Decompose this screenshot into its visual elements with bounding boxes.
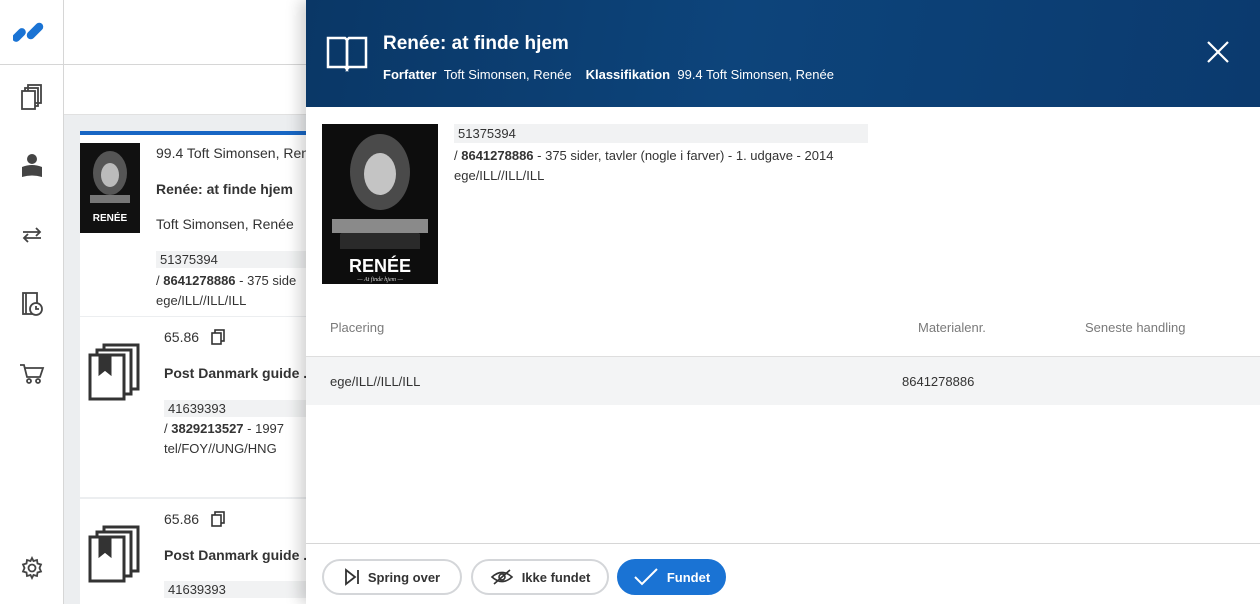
gear-icon[interactable]: [18, 554, 46, 582]
copies-icon[interactable]: [18, 83, 46, 111]
item-details: / 3829213527 - 1997: [164, 421, 285, 436]
drawer-title: Renée: at finde hjem: [383, 33, 569, 54]
barcode: 3829213527: [171, 421, 244, 436]
list-item[interactable]: RENÉE 99.4 Toft Simonsen, Ren Renée: at …: [80, 131, 320, 316]
transfer-arrows-icon[interactable]: [18, 221, 46, 249]
classification-text: 65.86: [164, 329, 225, 348]
author-label: Forfatter: [383, 67, 437, 82]
skip-icon: [344, 568, 359, 586]
item-details: / 8641278886 - 375 side: [156, 273, 297, 288]
cover-subtitle: — At finde hjem —: [356, 276, 403, 283]
cover-title-small: RENÉE: [93, 211, 128, 224]
record-location: ege/ILL//ILL/ILL: [454, 168, 545, 183]
item-title[interactable]: Renée: at finde hjem: [156, 181, 293, 197]
copy-icon[interactable]: [211, 329, 225, 348]
found-button-label: Fundet: [666, 569, 711, 585]
cart-icon[interactable]: [18, 360, 46, 388]
record-id: 41639393: [164, 581, 320, 598]
close-icon[interactable]: [1204, 38, 1232, 66]
classification-value: 99.4 Toft Simonsen, Renée: [677, 67, 834, 82]
item-title[interactable]: Post Danmark guide ...: [164, 547, 315, 563]
column-header-placering[interactable]: Placering: [330, 320, 384, 335]
open-book-icon: [326, 34, 368, 77]
item-author: Toft Simonsen, Renée: [156, 216, 294, 232]
copies-placeholder-icon: [88, 525, 142, 588]
item-location: tel/FOY//UNG/HNG: [164, 441, 277, 456]
left-rail: [0, 0, 64, 604]
history-book-icon[interactable]: [18, 290, 46, 318]
list-item[interactable]: 65.86 Post Danmark guide ... 41639393 / …: [80, 317, 320, 497]
classification-text: 65.86: [164, 511, 225, 530]
record-id: 41639393: [164, 400, 320, 417]
record-details: / 8641278886 - 375 sider, tavler (nogle …: [454, 148, 833, 163]
table-row[interactable]: ege/ILL//ILL/ILL 8641278886: [306, 357, 1260, 405]
copy-icon[interactable]: [211, 511, 225, 530]
cell-materialenr: 8641278886: [902, 374, 975, 389]
item-location: ege/ILL//ILL/ILL: [156, 293, 247, 308]
cell-placering: ege/ILL//ILL/ILL: [330, 374, 421, 389]
reader-icon[interactable]: [18, 152, 46, 180]
barcode: 8641278886: [163, 273, 236, 288]
not-found-button[interactable]: Ikke fundet: [471, 559, 609, 595]
not-found-button-label: Ikke fundet: [521, 569, 591, 585]
found-button[interactable]: Fundet: [617, 559, 726, 595]
background-list-area: RENÉE 99.4 Toft Simonsen, Ren Renée: at …: [64, 65, 320, 604]
work-list: RENÉE 99.4 Toft Simonsen, Ren Renée: at …: [64, 115, 320, 604]
list-item[interactable]: 65.86 Post Danmark guide ... 41639393: [80, 499, 320, 604]
skip-button[interactable]: Spring over: [322, 559, 462, 595]
item-details-rest: - 1997: [243, 421, 285, 436]
record-id: 51375394: [454, 124, 868, 143]
list-toolbar: [64, 65, 314, 115]
skip-button-label: Spring over: [367, 569, 441, 585]
checkmark-icon: [634, 568, 658, 586]
classification-text: 99.4 Toft Simonsen, Ren: [156, 145, 310, 161]
close-button[interactable]: [1204, 38, 1232, 66]
drawer-header: Renée: at finde hjem Forfatter Toft Simo…: [306, 0, 1260, 107]
book-cover-thumbnail: RENÉE: [80, 143, 140, 233]
eye-slash-icon: [490, 569, 513, 585]
item-details-rest: - 375 side: [235, 273, 297, 288]
copies-placeholder-icon: [88, 343, 142, 406]
detail-drawer: Renée: at finde hjem Forfatter Toft Simo…: [306, 0, 1260, 604]
drawer-meta: Forfatter Toft Simonsen, Renée Klassifika…: [383, 67, 834, 82]
column-header-seneste-handling[interactable]: Seneste handling: [1085, 320, 1185, 335]
cover-title: RENÉE: [349, 255, 411, 276]
record-details-text: - 375 sider, tavler (nogle i farver) - 1…: [533, 148, 834, 163]
footer-divider: [306, 543, 1260, 544]
record-id: 51375394: [156, 251, 320, 268]
book-cover-image: RENÉE — At finde hjem —: [322, 124, 438, 284]
barcode: 8641278886: [461, 148, 534, 163]
brand-logo-icon[interactable]: [12, 22, 49, 47]
column-header-materialenr[interactable]: Materialenr.: [918, 320, 986, 335]
author-value: Toft Simonsen, Renée: [443, 67, 572, 82]
classification-label: Klassifikation: [585, 67, 671, 82]
rail-divider: [0, 64, 64, 65]
item-title[interactable]: Post Danmark guide ...: [164, 365, 315, 381]
